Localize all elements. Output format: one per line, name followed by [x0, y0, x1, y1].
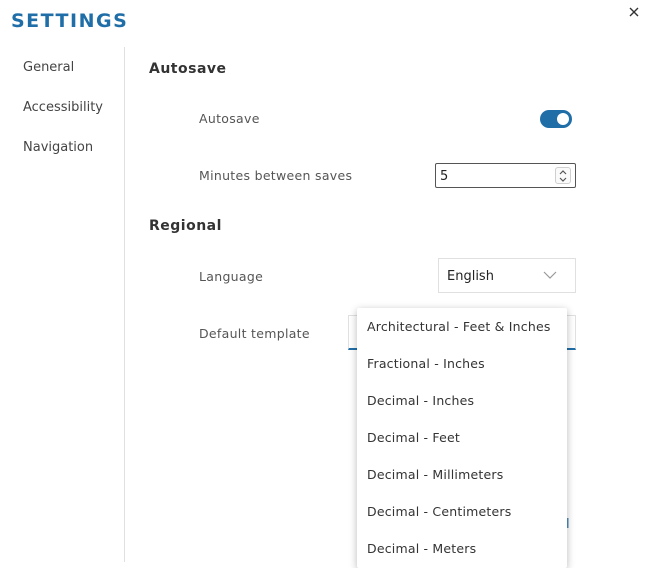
spinner: [555, 167, 571, 184]
regional-section-title: Regional: [149, 218, 222, 234]
autosave-toggle-label: Autosave: [199, 111, 260, 126]
language-value: English: [447, 269, 494, 284]
language-label: Language: [199, 269, 264, 284]
chevron-up-icon[interactable]: [558, 169, 568, 176]
autosave-toggle[interactable]: [540, 110, 572, 128]
close-button[interactable]: [624, 2, 644, 22]
template-option-decimal-meters[interactable]: Decimal - Meters: [367, 541, 476, 556]
language-select[interactable]: English: [438, 258, 576, 293]
minutes-label: Minutes between saves: [199, 168, 353, 183]
template-option-decimal-feet[interactable]: Decimal - Feet: [367, 430, 460, 445]
toggle-knob: [557, 113, 569, 125]
page-title: SETTINGS: [11, 10, 129, 32]
sidebar: [0, 47, 125, 562]
chevron-down-icon: [543, 271, 557, 279]
sidebar-item-accessibility[interactable]: Accessibility: [23, 100, 103, 115]
autosave-section-title: Autosave: [149, 61, 227, 77]
minutes-stepper[interactable]: [435, 163, 576, 188]
minutes-input[interactable]: [440, 167, 550, 185]
template-option-decimal-millimeters[interactable]: Decimal - Millimeters: [367, 467, 503, 482]
sidebar-item-navigation[interactable]: Navigation: [23, 140, 93, 155]
chevron-down-icon[interactable]: [558, 176, 568, 183]
template-option-fractional-inches[interactable]: Fractional - Inches: [367, 356, 485, 371]
template-option-architectural[interactable]: Architectural - Feet & Inches: [367, 319, 551, 334]
template-option-decimal-inches[interactable]: Decimal - Inches: [367, 393, 474, 408]
sidebar-item-general[interactable]: General: [23, 60, 74, 75]
template-option-decimal-centimeters[interactable]: Decimal - Centimeters: [367, 504, 511, 519]
template-dropdown: Architectural - Feet & Inches Fractional…: [357, 308, 567, 568]
template-label: Default template: [199, 326, 310, 341]
close-icon: [629, 7, 639, 17]
